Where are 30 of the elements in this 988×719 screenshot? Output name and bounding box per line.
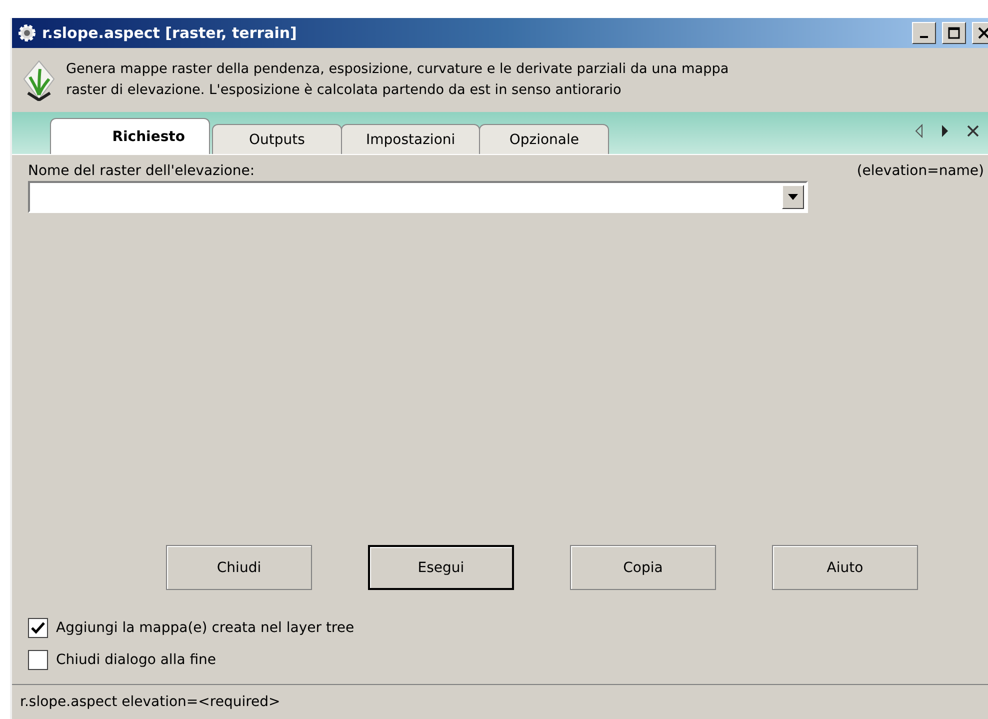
dropdown-field[interactable] xyxy=(28,181,808,213)
checkbox-label: Aggiungi la mappa(e) creata nel layer tree xyxy=(56,620,354,636)
right-arrow-icon[interactable] xyxy=(940,124,950,138)
parameter-hint: (elevation=name) xyxy=(856,163,984,179)
minimize-icon xyxy=(920,36,928,38)
tab[interactable]: Impostazioni xyxy=(341,124,480,154)
minimize-button[interactable] xyxy=(912,22,936,44)
close-icon[interactable] xyxy=(966,124,980,138)
window-title: r.slope.aspect [raster, terrain] xyxy=(42,24,298,42)
caret-icon xyxy=(788,194,798,200)
field-label: Nome del raster dell'elevazione: xyxy=(28,163,255,179)
dialog-button[interactable]: Chiudi xyxy=(166,545,312,590)
dialog-button[interactable]: Copia xyxy=(570,545,716,590)
checkbox[interactable] xyxy=(28,618,48,638)
maximize-button[interactable] xyxy=(942,22,966,44)
description-text: Genera mappe raster della pendenza, esposizione, curvature e le derivate parziali da una mappa raster di elevazione. L'esposizione è calcolata partendo da est in senso antiorario xyxy=(66,60,730,100)
checkbox-label: Chiudi dialogo alla fine xyxy=(56,652,216,668)
gear-icon xyxy=(18,24,36,42)
plant-icon xyxy=(22,59,56,101)
dropdown-button[interactable] xyxy=(782,185,804,209)
checkbox[interactable] xyxy=(28,650,48,670)
tab[interactable]: Richiesto xyxy=(50,118,210,154)
status-bar: r.slope.aspect elevation=<required> xyxy=(12,684,988,719)
tab[interactable]: Outputs xyxy=(212,124,342,154)
dialog-button[interactable]: Aiuto xyxy=(772,545,918,590)
maximize-icon xyxy=(948,27,960,39)
tab[interactable]: Opzionale xyxy=(479,124,610,154)
left-arrow-icon[interactable] xyxy=(914,124,924,138)
dialog-button[interactable]: Esegui xyxy=(368,545,514,590)
close-icon xyxy=(978,27,988,39)
